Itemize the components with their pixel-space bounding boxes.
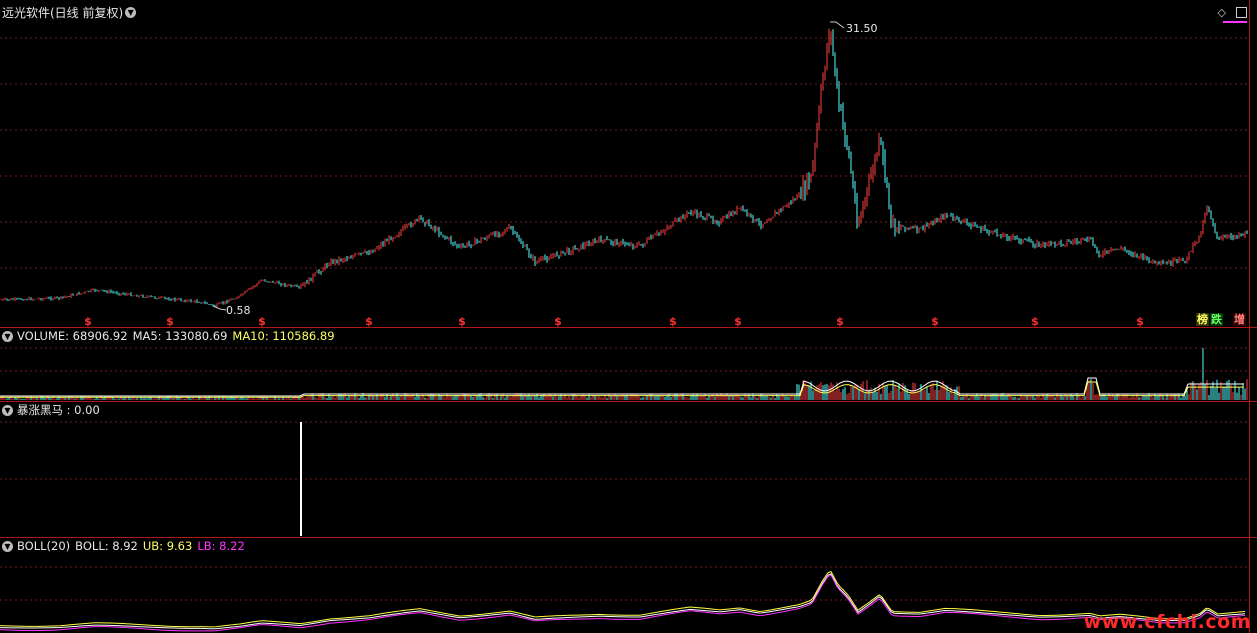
dividend-marker: $ — [84, 315, 92, 327]
boll-lb-line — [0, 574, 1246, 632]
dividend-marker: $ — [458, 315, 466, 327]
chevron-down-icon[interactable]: ▼ — [2, 404, 13, 416]
dividend-marker: $ — [554, 315, 562, 327]
indicator-header: ▼ 暴涨黑马 : 0.00 — [0, 402, 100, 418]
dividend-marker: $ — [836, 315, 844, 327]
volume-value: VOLUME: 68906.92 — [17, 329, 128, 343]
boll-mid-line — [0, 573, 1246, 630]
stock-title: 远光软件(日线 前复权) — [2, 5, 124, 20]
boll-ub-line — [0, 570, 1246, 628]
price-pane[interactable]: 远光软件(日线 前复权) ▼ ◇ $ $ $ $ $ $ $ $ $ $ $ $ 31.50 0.58… — [0, 0, 1257, 327]
volume-ma5: MA5: 133080.69 — [132, 329, 228, 343]
low-price-label: 0.58 — [226, 304, 251, 317]
low-marker — [212, 305, 227, 311]
tag-die[interactable]: 跌 — [1210, 313, 1223, 326]
dividend-marker: $ — [1031, 315, 1039, 327]
watermark: www.cfchi.com — [1083, 611, 1251, 633]
dividend-marker: $ — [669, 315, 677, 327]
tag-zeng[interactable]: 增 — [1233, 313, 1246, 326]
price-chart[interactable]: $ $ $ $ $ $ $ $ $ $ $ $ — [0, 0, 1257, 327]
boll-lb-value: LB: 8.22 — [197, 539, 245, 553]
boll-ub-value: UB: 9.63 — [142, 539, 193, 553]
volume-ma10: MA10: 110586.89 — [232, 329, 335, 343]
indicator-value: 暴涨黑马 : 0.00 — [17, 403, 100, 417]
high-marker — [830, 21, 845, 29]
volume-header: ▼ VOLUME: 68906.92 MA5: 133080.69 MA10: … — [0, 328, 335, 344]
chevron-down-icon[interactable]: ▼ — [2, 540, 13, 552]
chevron-down-icon[interactable]: ▼ — [125, 6, 137, 18]
boll-name: BOLL(20) — [17, 539, 71, 553]
price-header: 远光软件(日线 前复权) ▼ — [0, 4, 140, 20]
dividend-marker: $ — [734, 315, 742, 327]
boll-mid-value: BOLL: 8.92 — [75, 539, 138, 553]
dividend-marker: $ — [365, 315, 373, 327]
dividend-marker: $ — [258, 315, 266, 327]
right-axis-line — [1249, 0, 1250, 633]
tag-bang[interactable]: 榜 — [1196, 313, 1209, 326]
dividend-marker: $ — [931, 315, 939, 327]
volume-pane[interactable]: ▼ VOLUME: 68906.92 MA5: 133080.69 MA10: … — [0, 328, 1257, 401]
boll-header: ▼ BOLL(20) BOLL: 8.92 UB: 9.63 LB: 8.22 — [0, 538, 245, 554]
indicator-chart[interactable] — [0, 402, 1257, 537]
chevron-down-icon[interactable]: ▼ — [2, 330, 13, 342]
dividend-marker: $ — [166, 315, 174, 327]
high-price-label: 31.50 — [846, 22, 878, 35]
boll-pane[interactable]: ▼ BOLL(20) BOLL: 8.92 UB: 9.63 LB: 8.22 — [0, 538, 1257, 633]
indicator-pane[interactable]: ▼ 暴涨黑马 : 0.00 — [0, 402, 1257, 537]
dividend-marker: $ — [1136, 315, 1144, 327]
